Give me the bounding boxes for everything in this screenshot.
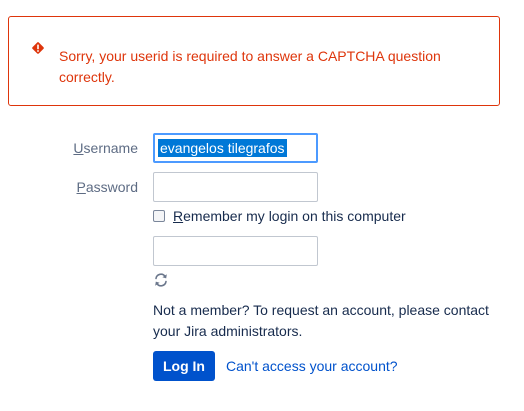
captcha-input[interactable]	[153, 236, 318, 266]
error-icon	[32, 42, 44, 54]
error-text: Sorry, your userid is required to answer…	[59, 48, 441, 85]
login-page: Sorry, your userid is required to answer…	[0, 0, 524, 411]
remember-me-checkbox[interactable]	[153, 210, 165, 222]
username-label-accesskey: U	[73, 140, 84, 156]
error-message-box: Sorry, your userid is required to answer…	[8, 16, 500, 106]
password-label-accesskey: P	[76, 179, 86, 195]
username-input[interactable]: evangelos tilegrafos	[153, 133, 318, 163]
remember-label-accesskey: R	[173, 208, 184, 224]
login-button[interactable]: Log In	[153, 351, 215, 381]
remember-label-rest: emember my login on this computer	[183, 208, 406, 224]
remember-me-row[interactable]: Remember my login on this computer	[153, 207, 406, 225]
username-label-rest: sername	[83, 140, 138, 156]
password-input[interactable]	[153, 172, 318, 202]
refresh-icon[interactable]	[153, 272, 169, 288]
password-label: Password	[8, 179, 138, 195]
username-label: Username	[8, 140, 138, 156]
request-account-text: Not a member? To request an account, ple…	[153, 302, 489, 339]
username-value: evangelos tilegrafos	[158, 139, 287, 157]
remember-me-label[interactable]: Remember my login on this computer	[173, 208, 406, 224]
password-label-rest: assword	[85, 179, 138, 195]
cant-access-account-link[interactable]: Can't access your account?	[226, 358, 398, 374]
